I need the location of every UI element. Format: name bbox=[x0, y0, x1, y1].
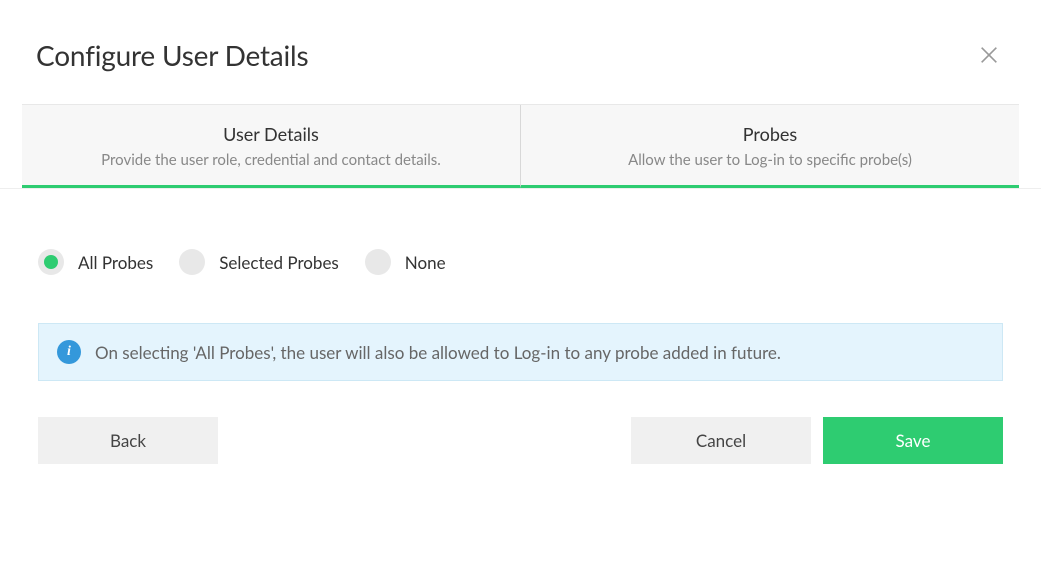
close-button[interactable] bbox=[977, 43, 1001, 67]
dialog-header: Configure User Details bbox=[0, 0, 1041, 104]
radio-icon bbox=[38, 249, 64, 275]
close-icon bbox=[978, 44, 1000, 66]
radio-icon bbox=[365, 249, 391, 275]
dialog-title: Configure User Details bbox=[36, 38, 308, 72]
cancel-button[interactable]: Cancel bbox=[631, 417, 811, 464]
button-row: Back Cancel Save bbox=[38, 417, 1003, 464]
radio-all-probes[interactable]: All Probes bbox=[38, 249, 153, 275]
info-icon: i bbox=[57, 340, 81, 364]
radio-label: All Probes bbox=[78, 252, 153, 273]
tab-user-details[interactable]: User Details Provide the user role, cred… bbox=[22, 105, 521, 188]
button-row-right: Cancel Save bbox=[631, 417, 1003, 464]
tab-subtitle: Provide the user role, credential and co… bbox=[42, 151, 500, 169]
tab-subtitle: Allow the user to Log-in to specific pro… bbox=[541, 151, 999, 169]
radio-label: None bbox=[405, 252, 446, 273]
probe-scope-radio-group: All Probes Selected Probes None bbox=[38, 249, 1003, 275]
tab-title: User Details bbox=[42, 123, 500, 145]
tabs: User Details Provide the user role, cred… bbox=[22, 104, 1019, 188]
content-area: All Probes Selected Probes None i On sel… bbox=[0, 189, 1041, 464]
tab-title: Probes bbox=[541, 123, 999, 145]
radio-none[interactable]: None bbox=[365, 249, 446, 275]
save-button[interactable]: Save bbox=[823, 417, 1003, 464]
configure-user-dialog: Configure User Details User Details Prov… bbox=[0, 0, 1041, 583]
radio-selected-probes[interactable]: Selected Probes bbox=[179, 249, 339, 275]
tab-probes[interactable]: Probes Allow the user to Log-in to speci… bbox=[521, 105, 1019, 188]
radio-icon bbox=[179, 249, 205, 275]
info-banner: i On selecting 'All Probes', the user wi… bbox=[38, 323, 1003, 381]
back-button[interactable]: Back bbox=[38, 417, 218, 464]
radio-label: Selected Probes bbox=[219, 252, 339, 273]
info-text: On selecting 'All Probes', the user will… bbox=[95, 342, 781, 363]
